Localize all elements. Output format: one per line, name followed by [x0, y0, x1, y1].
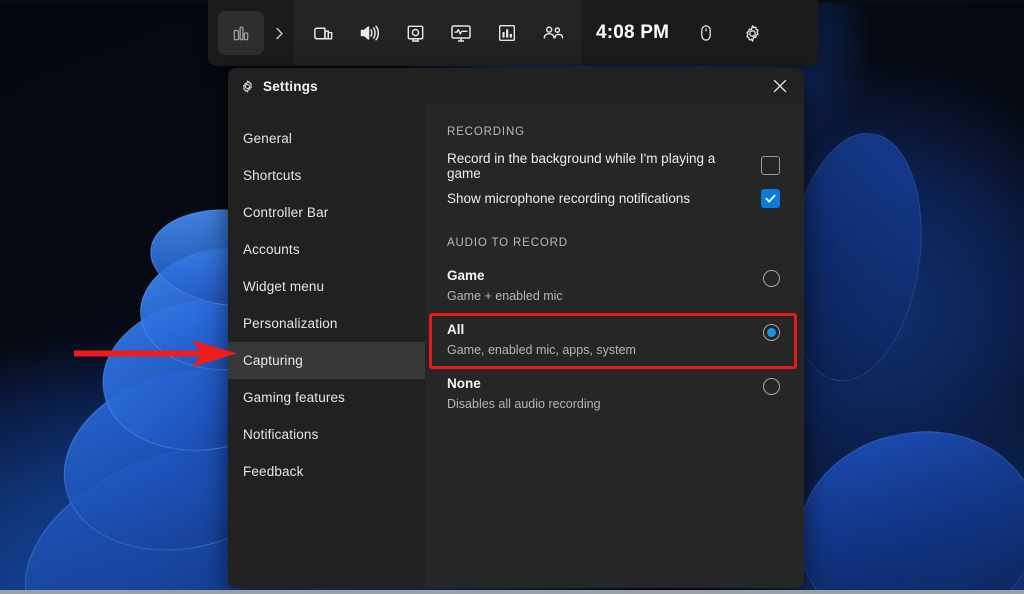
gear-icon [742, 23, 763, 44]
close-icon [773, 79, 787, 93]
radio-option-title: All [447, 321, 636, 338]
radio-option-none[interactable]: None Disables all audio recording [437, 368, 790, 422]
sidebar-item-label: Widget menu [243, 279, 324, 294]
radio-option-game[interactable]: Game Game + enabled mic [437, 260, 790, 314]
performance-chart-icon [496, 22, 518, 44]
game-bar-widget-group [294, 0, 582, 66]
checkbox-record-in-background[interactable] [761, 156, 780, 175]
radio-dot [767, 328, 776, 337]
performance-monitor-icon [449, 21, 473, 45]
game-bar-left-group [208, 0, 294, 66]
audio-to-record-section-heading: AUDIO TO RECORD [447, 237, 780, 249]
settings-body: General Shortcuts Controller Bar Account… [228, 104, 804, 588]
sidebar-item-notifications[interactable]: Notifications [228, 416, 425, 453]
sidebar-item-label: Personalization [243, 316, 338, 331]
settings-button[interactable] [729, 11, 775, 55]
clock: 4:08 PM [592, 22, 683, 44]
radio-button-game[interactable] [763, 270, 780, 287]
checkbox-show-mic-notifications[interactable] [761, 189, 780, 208]
sidebar-item-capturing[interactable]: Capturing [228, 342, 425, 379]
wallpaper-ribbon [782, 413, 1024, 594]
widget-menu-icon [231, 23, 251, 43]
close-button[interactable] [760, 71, 800, 101]
radio-option-subtitle: Disables all audio recording [447, 396, 601, 413]
sidebar-item-label: Notifications [243, 427, 318, 442]
sidebar-item-personalization[interactable]: Personalization [228, 305, 425, 342]
sidebar-item-controller-bar[interactable]: Controller Bar [228, 194, 425, 231]
radio-option-subtitle: Game, enabled mic, apps, system [447, 342, 636, 359]
recording-section-heading: RECORDING [447, 126, 780, 138]
xbox-social-icon [541, 21, 566, 46]
sidebar-item-widget-menu[interactable]: Widget menu [228, 268, 425, 305]
capture-widget-icon [312, 22, 335, 45]
sidebar-item-label: Feedback [243, 464, 304, 479]
sidebar-item-feedback[interactable]: Feedback [228, 453, 425, 490]
settings-header: Settings [228, 68, 804, 104]
sidebar-item-label: Gaming features [243, 390, 345, 405]
gear-icon [240, 79, 255, 94]
sidebar-item-general[interactable]: General [228, 120, 425, 157]
capture-widget-button[interactable] [300, 11, 346, 55]
sidebar-item-label: Capturing [243, 353, 303, 368]
radio-button-none[interactable] [763, 378, 780, 395]
radio-option-all[interactable]: All Game, enabled mic, apps, system [437, 314, 790, 368]
performance-widget-button[interactable] [484, 11, 530, 55]
widget-menu-button[interactable] [218, 11, 264, 55]
setting-record-in-background[interactable]: Record in the background while I'm playi… [447, 149, 780, 182]
settings-panel: Settings General Shortcuts Controller Ba… [228, 68, 804, 588]
game-bar-toolbar: 4:08 PM [208, 0, 818, 66]
audio-widget-button[interactable] [346, 11, 392, 55]
checkmark-icon [764, 192, 777, 205]
xbox-social-widget-button[interactable] [530, 11, 576, 55]
setting-label: Show microphone recording notifications [447, 191, 704, 206]
mouse-button[interactable] [683, 11, 729, 55]
radio-option-texts: None Disables all audio recording [447, 375, 601, 413]
radio-option-texts: Game Game + enabled mic [447, 267, 563, 305]
screen-bottom-edge [0, 590, 1024, 594]
annotation-arrow [74, 338, 242, 368]
sidebar-item-label: Accounts [243, 242, 300, 257]
settings-content: RECORDING Record in the background while… [425, 104, 804, 588]
game-bar-right-group: 4:08 PM [582, 0, 775, 66]
capture-icon [404, 22, 427, 45]
chevron-right-icon [273, 26, 286, 41]
expand-chevron-button[interactable] [264, 11, 294, 55]
resources-widget-button[interactable] [438, 11, 484, 55]
audio-icon [357, 21, 381, 45]
setting-show-mic-notifications[interactable]: Show microphone recording notifications [447, 182, 780, 215]
radio-button-all[interactable] [763, 324, 780, 341]
sidebar-item-label: Shortcuts [243, 168, 301, 183]
screen: 4:08 PM Set [0, 0, 1024, 594]
sidebar-item-label: General [243, 131, 292, 146]
sidebar-item-accounts[interactable]: Accounts [228, 231, 425, 268]
section-spacer [447, 215, 780, 237]
settings-title: Settings [263, 79, 318, 94]
sidebar-item-label: Controller Bar [243, 205, 328, 220]
setting-label: Record in the background while I'm playi… [447, 151, 761, 181]
radio-option-subtitle: Game + enabled mic [447, 288, 563, 305]
radio-option-texts: All Game, enabled mic, apps, system [447, 321, 636, 359]
radio-option-title: None [447, 375, 601, 392]
settings-sidebar: General Shortcuts Controller Bar Account… [228, 104, 425, 588]
capture-button[interactable] [392, 11, 438, 55]
sidebar-item-shortcuts[interactable]: Shortcuts [228, 157, 425, 194]
sidebar-item-gaming-features[interactable]: Gaming features [228, 379, 425, 416]
radio-option-title: Game [447, 267, 563, 284]
mouse-icon [696, 23, 716, 43]
